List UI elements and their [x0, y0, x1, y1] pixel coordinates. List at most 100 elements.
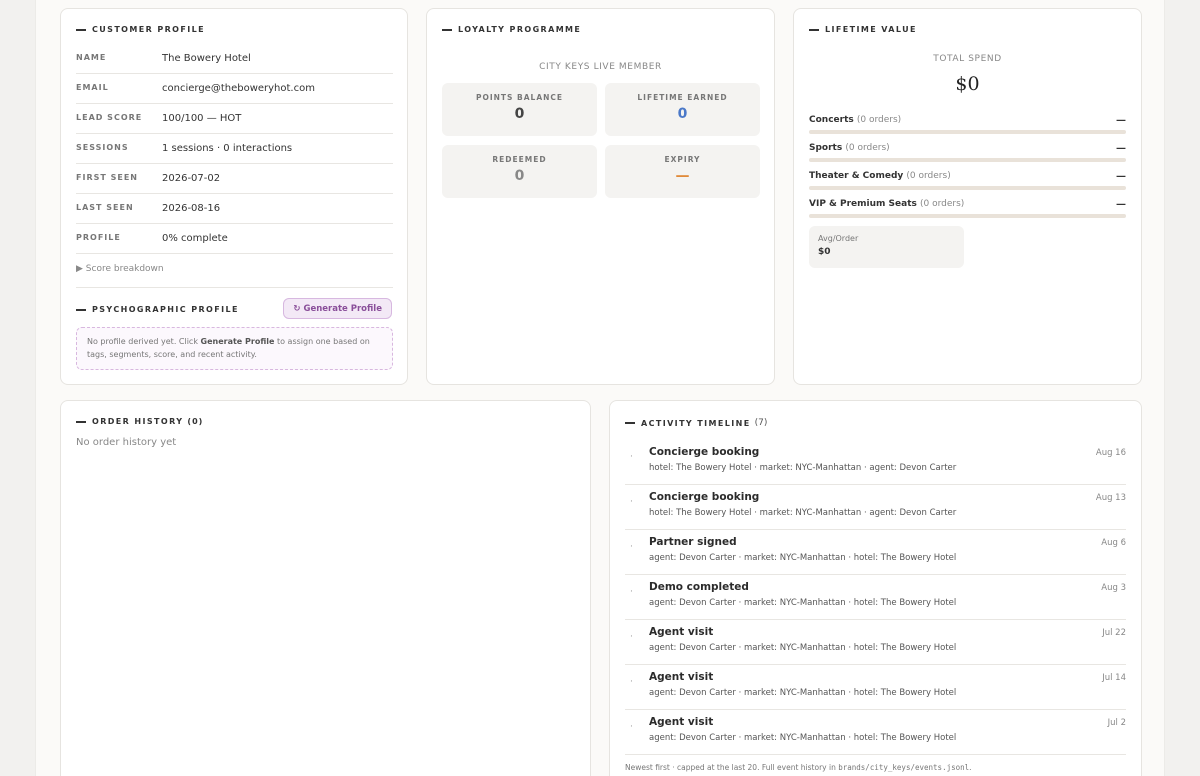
category-name: Sports	[809, 143, 843, 153]
field-row-lead-score: Lead Score 100/100 — HOT	[76, 104, 393, 134]
category-orders: (0 orders)	[845, 143, 890, 153]
bullet-icon: ·	[630, 542, 633, 552]
bullet-icon: ·	[630, 587, 633, 597]
category-value: —	[1116, 143, 1126, 154]
timeline-item: · Agent visit agent: Devon Carter · mark…	[625, 620, 1126, 665]
category-concerts: Concerts (0 orders) —	[809, 115, 1126, 141]
timeline-date: Jul 2	[1107, 718, 1126, 728]
tile-value: 0	[514, 168, 525, 184]
field-row-name: Name The Bowery Hotel	[76, 44, 393, 74]
order-history-title-text: Order History	[92, 417, 184, 426]
tile-value: —	[675, 168, 690, 184]
timeline-detail: hotel: The Bowery Hotel · market: NYC-Ma…	[649, 463, 957, 473]
category-value: —	[1116, 199, 1126, 210]
expiry-tile: Expiry —	[605, 145, 760, 198]
category-name: Theater & Comedy	[809, 171, 904, 181]
lifetime-title: Lifetime Value	[809, 25, 917, 34]
customer-profile-title: Customer Profile	[76, 25, 205, 34]
timeline-date: Aug 3	[1101, 583, 1126, 593]
section-dash-icon	[809, 28, 819, 31]
bullet-icon: ·	[630, 722, 633, 732]
field-label: Last Seen	[76, 203, 134, 212]
field-value: 0% complete	[162, 233, 228, 244]
category-bar	[809, 186, 1126, 190]
order-history-title: Order History (0)	[76, 417, 203, 426]
field-value: 2026-08-16	[162, 203, 221, 214]
timeline-footer: Newest first · capped at the last 20. Fu…	[625, 763, 972, 772]
redeemed-tile: Redeemed 0	[442, 145, 597, 198]
category-theater-comedy: Theater & Comedy (0 orders) —	[809, 171, 1126, 197]
tile-label: Expiry	[664, 155, 701, 164]
category-value: —	[1116, 171, 1126, 182]
category-label: Sports (0 orders)	[809, 143, 890, 153]
field-label: Email	[76, 83, 109, 92]
activity-count: (7)	[754, 418, 768, 428]
psychographic-title-text: Psychographic Profile	[92, 305, 239, 314]
field-row-first-seen: First Seen 2026-07-02	[76, 164, 393, 194]
field-row-email: Email concierge@theboweryhot.com	[76, 74, 393, 104]
field-label: Sessions	[76, 143, 129, 152]
timeline-title: Agent visit	[649, 671, 714, 683]
tile-label: Lifetime Earned	[637, 93, 728, 102]
avg-order-tile: Avg/Order $0	[809, 226, 964, 268]
bullet-icon: ·	[630, 497, 633, 507]
timeline-date: Jul 22	[1102, 628, 1126, 638]
total-spend-label: Total Spend	[933, 54, 1002, 64]
timeline-date: Aug 6	[1101, 538, 1126, 548]
field-label: Lead Score	[76, 113, 143, 122]
tile-label: Points Balance	[475, 93, 564, 102]
footer-end: .	[969, 763, 972, 772]
section-dash-icon	[625, 422, 635, 424]
timeline-date: Jul 14	[1102, 673, 1126, 683]
footer-path: brands/city_keys/events.jsonl	[838, 763, 970, 772]
category-label: Concerts (0 orders)	[809, 115, 901, 125]
tile-label: Redeemed	[492, 155, 547, 164]
activity-title-text: Activity Timeline	[641, 418, 751, 428]
timeline-title: Concierge booking	[649, 446, 760, 458]
category-name: VIP & Premium Seats	[809, 199, 917, 209]
avg-order-value: $0	[818, 247, 831, 257]
timeline-detail: agent: Devon Carter · market: NYC-Manhat…	[649, 598, 957, 608]
timeline-title: Agent visit	[649, 716, 714, 728]
field-value: 1 sessions · 0 interactions	[162, 143, 293, 154]
activity-timeline-card: Activity Timeline (7) · Concierge bookin…	[609, 400, 1142, 776]
timeline-detail: agent: Devon Carter · market: NYC-Manhat…	[649, 688, 957, 698]
timeline-item: · Concierge booking hotel: The Bowery Ho…	[625, 440, 1126, 485]
psychographic-empty-box: No profile derived yet. Click Generate P…	[76, 327, 393, 370]
category-value: —	[1116, 115, 1126, 126]
timeline-title: Agent visit	[649, 626, 714, 638]
field-label: First Seen	[76, 173, 138, 182]
category-orders: (0 orders)	[920, 199, 965, 209]
category-label: Theater & Comedy (0 orders)	[809, 171, 951, 181]
loyalty-title: Loyalty Programme	[442, 25, 581, 34]
category-sports: Sports (0 orders) —	[809, 143, 1126, 169]
field-value: The Bowery Hotel	[162, 53, 251, 64]
field-value: concierge@theboweryhot.com	[162, 83, 315, 94]
field-row-profile: Profile 0% complete	[76, 224, 393, 254]
bullet-icon: ·	[630, 632, 633, 642]
timeline-title: Partner signed	[649, 536, 737, 548]
order-history-card: Order History (0) No order history yet	[60, 400, 591, 776]
section-dash-icon	[76, 28, 86, 31]
customer-profile-title-text: Customer Profile	[92, 25, 205, 34]
tile-value: 0	[677, 106, 688, 122]
loyalty-card: Loyalty Programme City Keys Live Member …	[426, 8, 775, 385]
psychographic-title: Psychographic Profile	[76, 305, 239, 314]
lifetime-title-text: Lifetime Value	[825, 25, 917, 34]
timeline-detail: agent: Devon Carter · market: NYC-Manhat…	[649, 553, 957, 563]
page-container: Customer Profile Name The Bowery Hotel E…	[35, 0, 1165, 776]
generate-profile-button[interactable]: ↻ Generate Profile	[283, 298, 392, 319]
divider	[76, 287, 393, 288]
category-bar	[809, 158, 1126, 162]
timeline-detail: agent: Devon Carter · market: NYC-Manhat…	[649, 733, 957, 743]
order-count: (0)	[187, 417, 204, 426]
category-orders: (0 orders)	[856, 115, 902, 125]
category-vip-premium: VIP & Premium Seats (0 orders) —	[809, 199, 1126, 225]
timeline-detail: hotel: The Bowery Hotel · market: NYC-Ma…	[649, 508, 957, 518]
category-label: VIP & Premium Seats (0 orders)	[809, 199, 964, 209]
section-dash-icon	[76, 308, 86, 311]
timeline-title: Concierge booking	[649, 491, 760, 503]
score-breakdown-toggle[interactable]: ▶ Score breakdown	[76, 264, 164, 274]
section-dash-icon	[442, 28, 452, 31]
category-bar	[809, 214, 1126, 218]
